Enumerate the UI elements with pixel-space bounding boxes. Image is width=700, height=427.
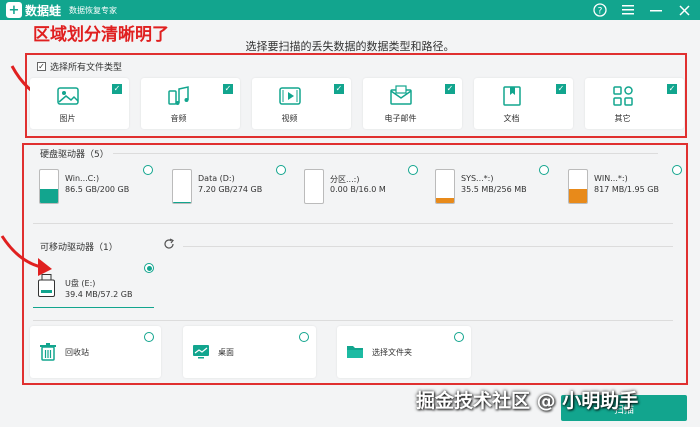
menu-icon[interactable] — [620, 2, 636, 18]
drive-name: WIN...*:) — [594, 174, 628, 183]
checkbox-icon[interactable]: ✓ — [445, 84, 455, 94]
usb-drive-icon — [38, 274, 55, 297]
drive-item[interactable]: 分区...:) 0.00 B/16.0 M — [302, 165, 422, 215]
usb-drive-name: U盘 (E:) — [65, 279, 96, 288]
radio-icon[interactable] — [672, 165, 682, 175]
help-icon[interactable]: ? — [592, 2, 608, 18]
watermark-text: 掘金技术社区 @ 小明助手 — [416, 390, 639, 412]
instruction-text: 选择要扫描的丢失数据的数据类型和路径。 — [245, 40, 455, 53]
select-all-label: 选择所有文件类型 — [50, 63, 123, 73]
drive-name: Data (D:) — [198, 174, 235, 183]
select-all-checkbox[interactable]: ✓ 选择所有文件类型 — [37, 60, 122, 73]
svg-text:?: ? — [598, 7, 603, 17]
desktop-icon — [193, 345, 209, 359]
location-desktop[interactable]: 桌面 — [183, 326, 316, 378]
hard-drive-icon — [39, 169, 59, 204]
checkbox-icon[interactable]: ✓ — [223, 84, 233, 94]
drive-item[interactable]: SYS...*:) 35.5 MB/256 MB — [433, 165, 553, 215]
file-type-card-image[interactable]: ✓ 图片 — [30, 78, 129, 129]
radio-icon[interactable] — [144, 332, 154, 342]
file-type-label: 电子邮件 — [384, 114, 417, 123]
checkbox-icon[interactable]: ✓ — [112, 84, 122, 94]
divider — [113, 153, 658, 154]
divider — [183, 246, 673, 247]
checkbox-icon[interactable]: ✓ — [37, 62, 46, 71]
title-bar: + 数据蛙 数据恢复专家 ? — [0, 0, 700, 20]
video-icon — [279, 87, 301, 105]
close-icon[interactable] — [676, 2, 692, 18]
drive-size: 86.5 GB/200 GB — [65, 185, 130, 194]
drive-size: 7.20 GB/274 GB — [198, 185, 263, 194]
hard-drive-icon — [568, 169, 588, 204]
other-icon — [613, 86, 633, 106]
location-recycle-bin[interactable]: 回收站 — [30, 326, 161, 378]
removable-drives-title: 可移动驱动器（1） — [40, 243, 118, 253]
usb-drive-size: 39.4 MB/57.2 GB — [65, 290, 133, 299]
divider — [33, 223, 673, 224]
drive-size: 817 MB/1.95 GB — [594, 185, 659, 194]
location-label: 桌面 — [218, 348, 234, 357]
file-type-card-email[interactable]: ✓ 电子邮件 — [363, 78, 462, 129]
recycle-bin-icon — [40, 343, 56, 361]
hard-drive-icon — [172, 169, 192, 204]
drive-item[interactable]: Data (D:) 7.20 GB/274 GB — [170, 165, 290, 215]
location-select-folder[interactable]: 选择文件夹 — [337, 326, 471, 378]
hard-drive-icon — [435, 169, 455, 204]
file-type-list: ✓ 图片 ✓ 音频 ✓ 视频 ✓ 电子邮件 ✓ 文档 ✓ 其它 — [30, 78, 684, 129]
radio-icon[interactable] — [143, 165, 153, 175]
logo-plus-icon: + — [6, 2, 22, 18]
file-type-label: 图片 — [59, 114, 76, 123]
checkbox-icon[interactable]: ✓ — [334, 84, 344, 94]
audio-icon — [168, 86, 189, 105]
divider — [33, 320, 673, 321]
refresh-icon[interactable] — [163, 238, 175, 250]
location-label: 回收站 — [65, 348, 89, 357]
app-name: 数据蛙 — [25, 3, 62, 18]
drive-item[interactable]: Win...C:) 86.5 GB/200 GB — [37, 165, 157, 215]
file-type-label: 其它 — [614, 114, 631, 123]
hard-drives-title: 硬盘驱动器（5） — [40, 150, 109, 160]
image-icon — [57, 87, 79, 105]
file-type-card-video[interactable]: ✓ 视频 — [252, 78, 351, 129]
radio-icon[interactable] — [276, 165, 286, 175]
folder-icon — [347, 346, 363, 358]
drive-size: 35.5 MB/256 MB — [461, 185, 527, 194]
checkbox-icon[interactable]: ✓ — [667, 84, 677, 94]
radio-icon[interactable] — [454, 332, 464, 342]
drive-size: 0.00 B/16.0 M — [330, 185, 386, 194]
file-type-card-other[interactable]: ✓ 其它 — [585, 78, 684, 129]
radio-icon[interactable] — [539, 165, 549, 175]
file-type-card-document[interactable]: ✓ 文档 — [474, 78, 573, 129]
drive-name: 分区...:) — [330, 175, 360, 184]
checkbox-icon[interactable]: ✓ — [556, 84, 566, 94]
radio-icon[interactable] — [144, 263, 154, 273]
radio-icon[interactable] — [299, 332, 309, 342]
drive-name: SYS...*:) — [461, 174, 494, 183]
location-label: 选择文件夹 — [372, 348, 412, 357]
app-logo: + 数据蛙 — [6, 2, 61, 19]
drive-item[interactable]: WIN...*:) 817 MB/1.95 GB — [566, 165, 686, 215]
usb-drive-item[interactable]: U盘 (E:) 39.4 MB/57.2 GB — [33, 263, 154, 308]
file-type-label: 音频 — [170, 114, 187, 123]
file-type-label: 视频 — [281, 114, 298, 123]
hard-drive-icon — [304, 169, 324, 204]
email-icon — [390, 85, 412, 105]
drive-name: Win...C:) — [65, 174, 100, 183]
file-type-label: 文档 — [503, 114, 520, 123]
document-icon — [503, 86, 521, 106]
radio-icon[interactable] — [408, 165, 418, 175]
minimize-icon[interactable] — [648, 2, 664, 18]
app-subtitle: 数据恢复专家 — [69, 5, 118, 15]
file-type-card-audio[interactable]: ✓ 音频 — [141, 78, 240, 129]
